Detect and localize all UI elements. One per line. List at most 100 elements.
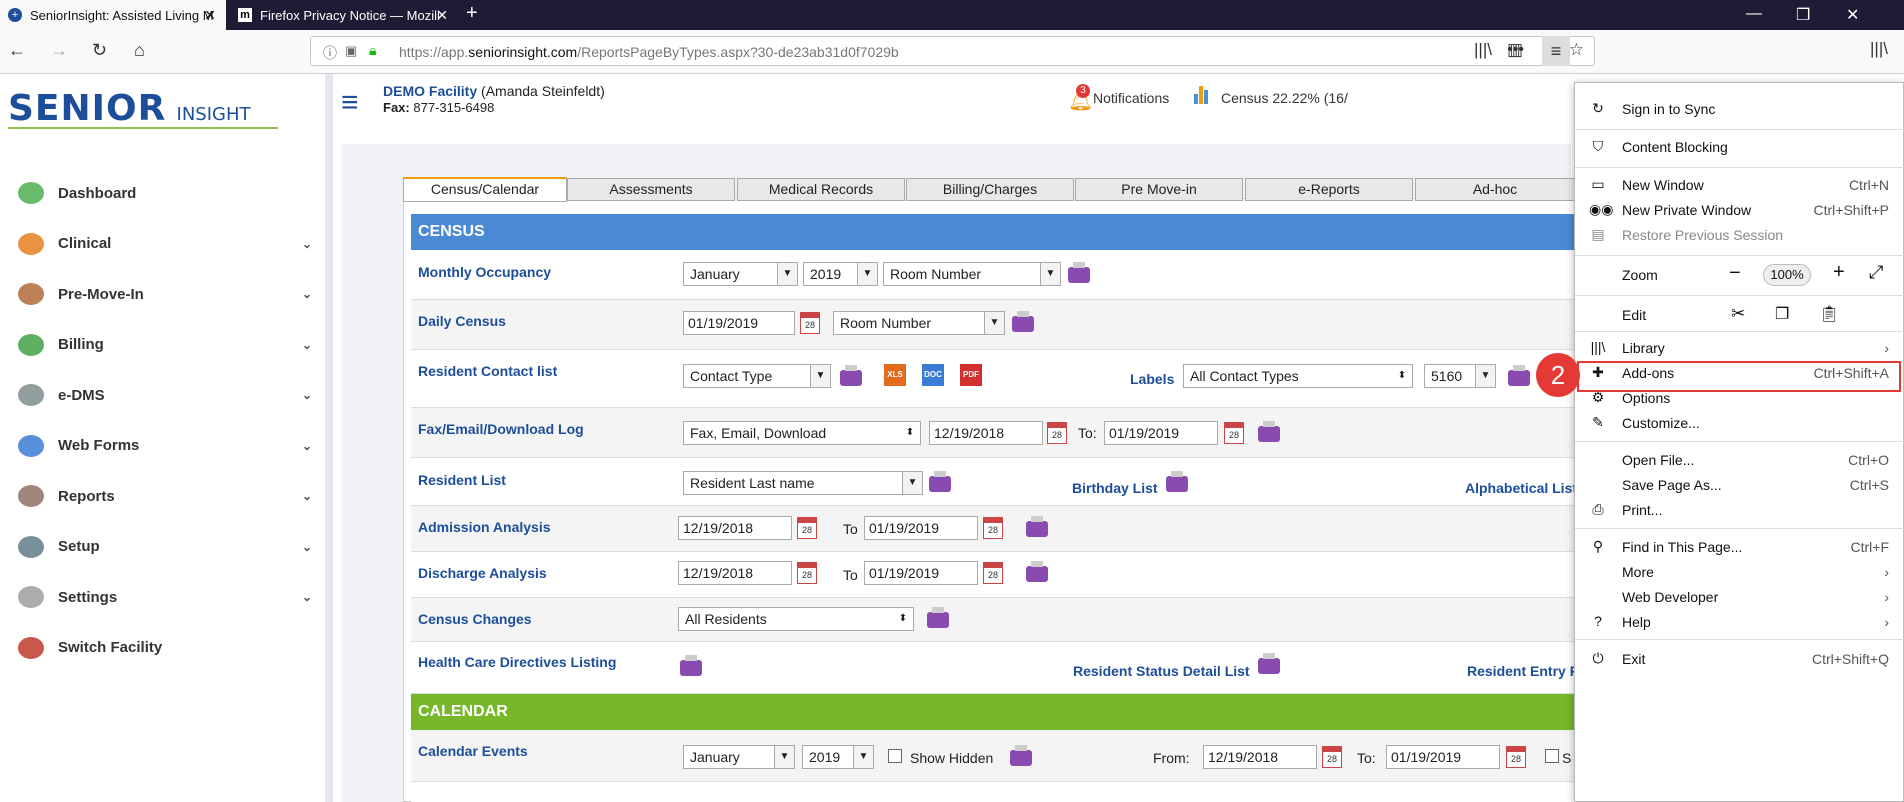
sidebar-item-switch-facility[interactable]: Switch Facility	[18, 633, 318, 663]
reload-icon[interactable]: ↻	[92, 40, 107, 61]
calendar-from-input[interactable]: 12/19/2018	[1203, 745, 1317, 769]
calendar-icon[interactable]: 28	[797, 562, 817, 584]
calendar-icon[interactable]: 28	[800, 312, 820, 334]
calendar-icon[interactable]: 28	[983, 562, 1003, 584]
copy-icon[interactable]: ❐	[1775, 304, 1789, 324]
zoom-out-icon[interactable]: −	[1729, 262, 1741, 285]
resident-list-label[interactable]: Resident List	[418, 472, 506, 488]
url-bar[interactable]: ⓘ ▣ 🔒︎ https://app.seniorinsight.com/Rep…	[310, 36, 1595, 66]
home-icon[interactable]: ⌂	[134, 40, 145, 61]
year-select[interactable]: 2019 ▼	[803, 262, 878, 286]
resident-entry-link[interactable]: Resident Entry F	[1467, 663, 1578, 679]
zoom-in-icon[interactable]: +	[1833, 261, 1845, 284]
monthly-occupancy-label[interactable]: Monthly Occupancy	[418, 264, 551, 280]
sidebar-item-setup[interactable]: Setup ⌄	[18, 532, 318, 562]
window-close-icon[interactable]: ✕	[1846, 5, 1859, 25]
notifications-link[interactable]: Notifications	[1093, 90, 1169, 106]
pdf-export-icon[interactable]: PDF	[960, 364, 982, 386]
menu-exit[interactable]: ⏻ Exit Ctrl+Shift+Q	[1575, 645, 1904, 673]
sidebar-item-pre-move-in[interactable]: Pre-Move-In ⌄	[18, 279, 318, 309]
doc-export-icon[interactable]: DOC	[922, 364, 944, 386]
new-tab-icon[interactable]: +	[466, 2, 478, 25]
fax-type-select[interactable]: Fax, Email, Download ⬍	[683, 421, 921, 445]
zoom-reset-button[interactable]: 100%	[1763, 264, 1811, 286]
discharge-from-input[interactable]: 12/19/2018	[678, 561, 792, 585]
sidebar-item-e-dms[interactable]: e-DMS ⌄	[18, 380, 318, 410]
census-changes-label[interactable]: Census Changes	[418, 611, 532, 627]
fax-to-input[interactable]: 01/19/2019	[1104, 421, 1218, 445]
cut-icon[interactable]: ✂	[1731, 304, 1745, 324]
back-icon[interactable]: ←	[8, 40, 26, 61]
calendar-events-label[interactable]: Calendar Events	[418, 743, 528, 759]
print-icon[interactable]	[1010, 745, 1032, 766]
daily-date-input[interactable]: 01/19/2019	[683, 311, 795, 335]
browser-tab-seniorinsight[interactable]: + SeniorInsight: Assisted Living M ✕	[0, 0, 226, 30]
census-indicator[interactable]: Census 22.22% (16/	[1221, 90, 1348, 106]
minimize-icon[interactable]: —	[1746, 5, 1762, 23]
admission-from-input[interactable]: 12/19/2018	[678, 516, 792, 540]
labels-label[interactable]: Labels	[1130, 371, 1174, 387]
info-icon[interactable]: ⓘ	[323, 43, 337, 63]
tab-pre-move-in[interactable]: Pre Move-in	[1075, 178, 1243, 201]
menu-more[interactable]: More ›	[1575, 558, 1904, 586]
library-icon[interactable]: |||\	[1870, 39, 1888, 59]
sidebar-item-dashboard[interactable]: Dashboard	[18, 178, 318, 208]
close-tab-icon[interactable]: ✕	[436, 7, 448, 24]
admission-analysis-label[interactable]: Admission Analysis	[418, 519, 551, 535]
contact-types-select[interactable]: All Contact Types ⬍	[1183, 364, 1413, 388]
print-icon[interactable]	[680, 655, 702, 676]
permissions-icon[interactable]: ▣	[345, 43, 357, 59]
print-icon[interactable]	[1166, 471, 1188, 492]
calendar-icon[interactable]: 28	[983, 517, 1003, 539]
discharge-to-input[interactable]: 01/19/2019	[864, 561, 978, 585]
menu-library[interactable]: |||\ Library ›	[1575, 334, 1904, 362]
show-hidden-checkbox[interactable]	[888, 749, 902, 763]
hamburger-menu-icon[interactable]: ≡	[1542, 36, 1570, 66]
print-icon[interactable]	[1012, 311, 1034, 332]
residents-select[interactable]: All Residents ⬍	[678, 607, 914, 631]
logo[interactable]: SENIOR INSIGHT	[8, 88, 278, 129]
menu-web-developer[interactable]: Web Developer ›	[1575, 583, 1904, 611]
print-icon[interactable]	[1258, 421, 1280, 442]
xls-export-icon[interactable]: XLS	[884, 364, 906, 386]
menu-save-page[interactable]: Save Page As... Ctrl+S	[1575, 471, 1904, 499]
calendar-icon[interactable]: 28	[1322, 746, 1342, 768]
calendar-icon[interactable]: 28	[797, 517, 817, 539]
menu-print[interactable]: ⎙ Print...	[1575, 496, 1904, 524]
sidebar-item-clinical[interactable]: Clinical ⌄	[18, 229, 318, 259]
print-icon[interactable]	[1068, 262, 1090, 283]
resident-status-detail-link[interactable]: Resident Status Detail List	[1073, 663, 1250, 679]
daily-sort-select[interactable]: Room Number ▼	[833, 311, 1005, 335]
menu-new-window[interactable]: ▭ New Window Ctrl+N	[1575, 171, 1904, 199]
health-care-directives-label[interactable]: Health Care Directives Listing	[418, 654, 616, 670]
menu-new-private-window[interactable]: ◉◉ New Private Window Ctrl+Shift+P	[1575, 196, 1904, 224]
menu-customize[interactable]: ✎ Customize...	[1575, 409, 1904, 437]
tab-billing-charges[interactable]: Billing/Charges	[906, 178, 1074, 201]
fax-from-input[interactable]: 12/19/2018	[929, 421, 1043, 445]
fax-email-log-label[interactable]: Fax/Email/Download Log	[418, 421, 584, 437]
menu-help[interactable]: ? Help ›	[1575, 608, 1904, 636]
print-icon[interactable]	[929, 471, 951, 492]
menu-restore-session[interactable]: ▤ Restore Previous Session	[1575, 221, 1904, 249]
menu-open-file[interactable]: Open File... Ctrl+O	[1575, 446, 1904, 474]
restore-icon[interactable]: ❐	[1796, 5, 1810, 25]
calendar-month-select[interactable]: January ▼	[683, 745, 795, 769]
paste-icon[interactable]: 📋︎	[1819, 304, 1839, 324]
menu-find[interactable]: ⚲ Find in This Page... Ctrl+F	[1575, 533, 1904, 561]
facility-name[interactable]: DEMO Facility	[383, 83, 477, 99]
calendar-to-input[interactable]: 01/19/2019	[1386, 745, 1500, 769]
calendar-icon[interactable]: 28	[1047, 422, 1067, 444]
birthday-list-link[interactable]: Birthday List	[1072, 480, 1158, 496]
print-icon[interactable]	[840, 365, 862, 386]
tab-census-calendar[interactable]: Census/Calendar	[403, 177, 567, 202]
label-size-select[interactable]: 5160 ▼	[1424, 364, 1496, 388]
month-select[interactable]: January ▼	[683, 262, 798, 286]
sidebar-icon[interactable]: ▥	[1507, 40, 1523, 60]
calendar-icon[interactable]: 28	[1506, 746, 1526, 768]
sidebar-item-reports[interactable]: Reports ⌄	[18, 481, 318, 511]
browser-tab-privacy[interactable]: m Firefox Privacy Notice — Mozill ✕	[230, 0, 458, 30]
print-icon[interactable]	[1508, 365, 1530, 386]
close-tab-icon[interactable]: ✕	[204, 7, 216, 24]
admission-to-input[interactable]: 01/19/2019	[864, 516, 978, 540]
print-icon[interactable]	[1026, 561, 1048, 582]
